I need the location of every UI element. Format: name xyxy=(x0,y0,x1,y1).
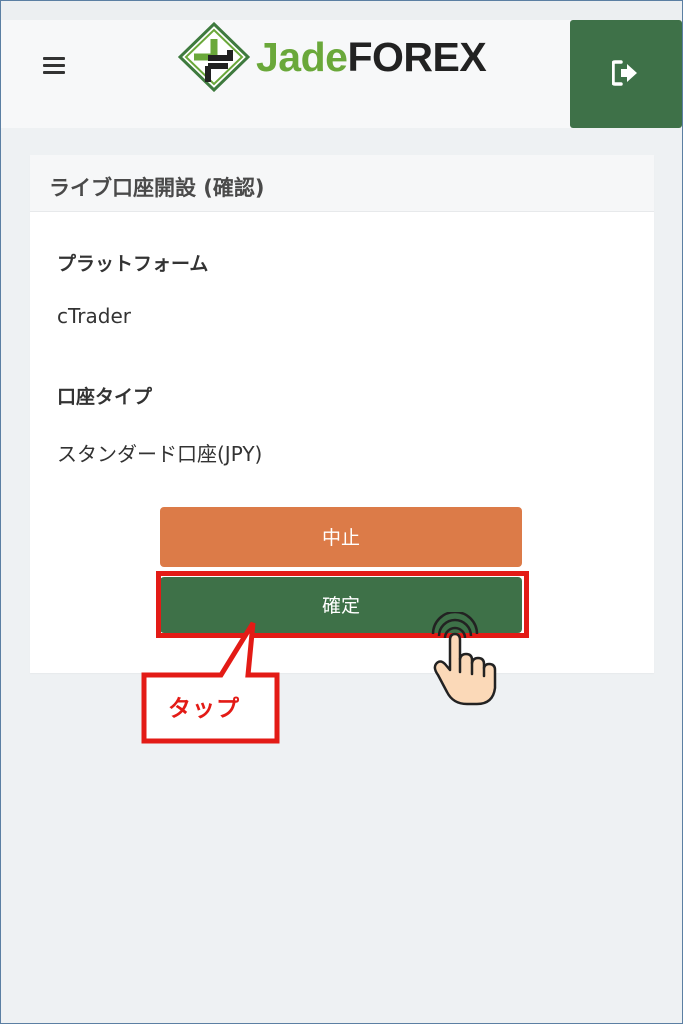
account-confirmation-card: ライブ口座開設 (確認) プラットフォーム cTrader 口座タイプ スタンダ… xyxy=(30,155,654,673)
cancel-button[interactable]: 中止 xyxy=(160,507,522,567)
page-title: ライブ口座開設 (確認) xyxy=(49,176,265,200)
jadeforex-logo-mark-icon xyxy=(178,22,250,92)
jadeforex-logo-text: JadeFOREX xyxy=(256,34,487,81)
tap-hand-pointer-icon xyxy=(431,612,497,706)
tap-callout-label: タップ xyxy=(168,696,240,722)
tap-callout-bubble xyxy=(141,621,280,744)
logout-button[interactable] xyxy=(570,20,682,128)
card-header: ライブ口座開設 (確認) xyxy=(30,155,654,212)
logo-jade-text: Jade xyxy=(256,34,348,80)
account-type-value: スタンダード口座(JPY) xyxy=(57,442,263,466)
status-strip xyxy=(1,1,682,20)
platform-label: プラットフォーム xyxy=(57,253,209,275)
hamburger-menu-icon[interactable] xyxy=(38,48,72,82)
platform-value: cTrader xyxy=(57,304,131,328)
account-type-label: 口座タイプ xyxy=(57,386,153,408)
sign-out-icon xyxy=(612,60,637,86)
jadeforex-logo: JadeFOREX xyxy=(178,22,508,92)
logo-forex-text: FOREX xyxy=(347,34,487,80)
